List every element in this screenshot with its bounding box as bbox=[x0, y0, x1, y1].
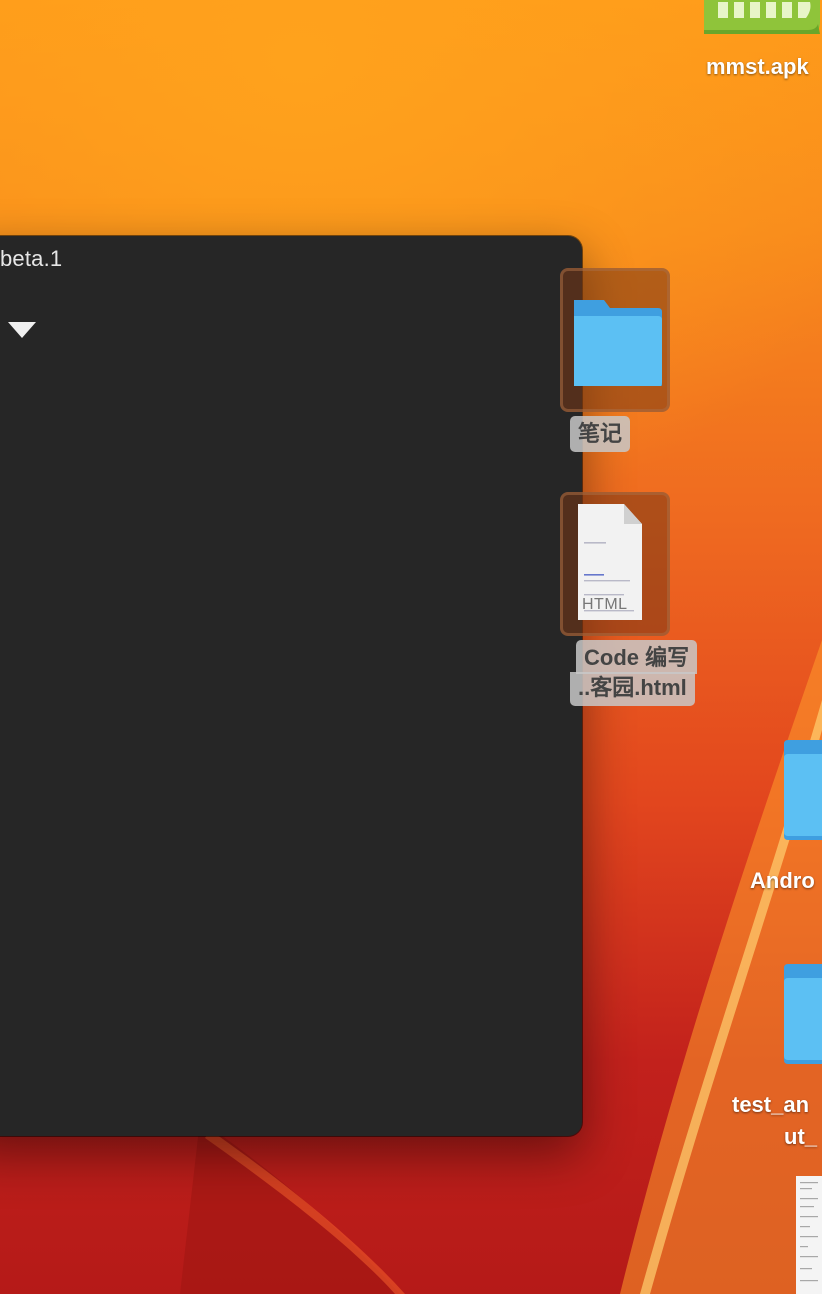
desktop-item-label-line2: ..客园.html bbox=[570, 672, 695, 706]
desktop-item-label-line1: test_an bbox=[732, 1092, 810, 1117]
desktop-item-label: 笔记 bbox=[570, 416, 631, 452]
desktop-item-notes-folder[interactable]: 笔记 bbox=[560, 268, 680, 458]
desktop-item-html-file[interactable]: HTML Code 编写 ..客园.html bbox=[560, 492, 722, 712]
apk-icon bbox=[704, 0, 820, 34]
desktop-item-label-line1: Code 编写 bbox=[576, 640, 698, 674]
desktop-item-label: Andro bbox=[750, 868, 815, 893]
desktop-item-document[interactable] bbox=[794, 1176, 822, 1294]
folder-icon bbox=[784, 964, 822, 1064]
html-file-badge: HTML bbox=[582, 596, 628, 613]
folder-icon bbox=[784, 740, 822, 840]
desktop-item-android-folder[interactable]: Andro bbox=[740, 730, 822, 910]
app-window[interactable]: beta.1 bbox=[0, 236, 582, 1136]
document-icon bbox=[796, 1176, 822, 1294]
window-title-text: beta.1 bbox=[0, 246, 63, 271]
desktop-item-mmst-apk[interactable]: mmst.apk bbox=[700, 0, 822, 90]
desktop-item-label-line2: ut_ bbox=[784, 1124, 817, 1149]
disclosure-triangle-icon[interactable] bbox=[8, 322, 36, 338]
desktop-item-label: mmst.apk bbox=[706, 54, 809, 79]
desktop-item-test-folder[interactable]: test_an ut_ bbox=[722, 954, 822, 1154]
folder-icon bbox=[574, 300, 662, 386]
